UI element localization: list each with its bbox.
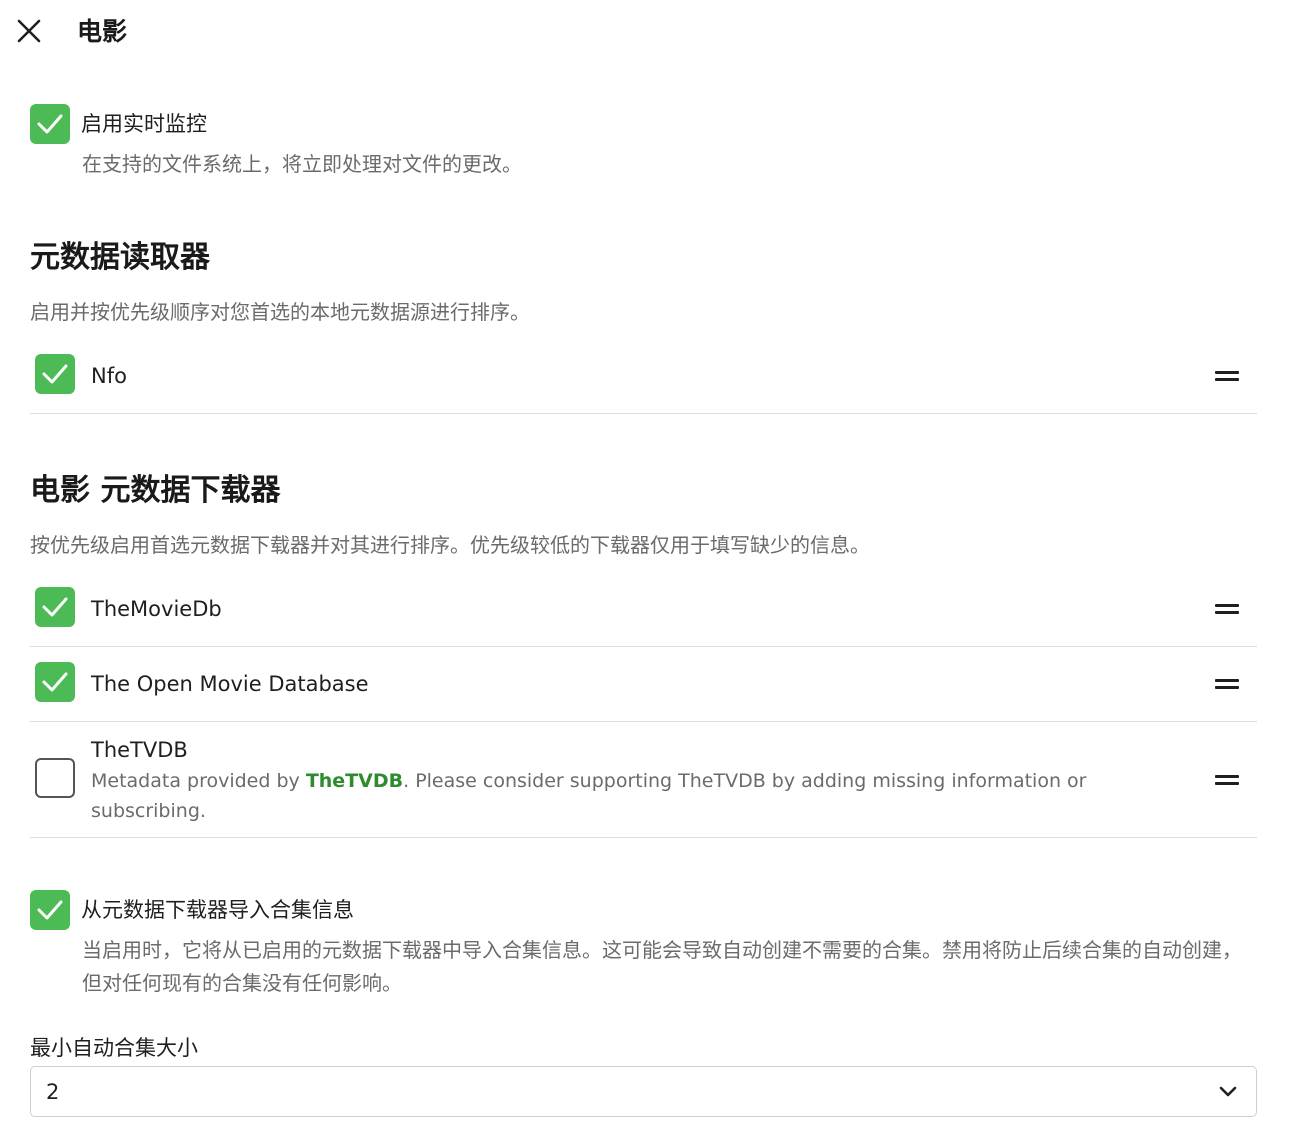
metadata-downloader-row-thetvdb: TheTVDB Metadata provided by TheTVDB. Pl… [30,722,1257,838]
themoviedb-label: TheMovieDb [91,597,222,621]
metadata-readers-title: 元数据读取器 [30,240,210,275]
metadata-downloaders-title: 电影 元数据下载器 [30,473,281,508]
min-collection-size-select[interactable]: 2 [30,1066,1257,1117]
checkmark-icon [42,672,68,692]
nfo-label: Nfo [91,364,127,388]
nfo-checkbox[interactable] [35,354,75,394]
header: 电影 [0,0,1299,64]
min-collection-size-value: 2 [46,1080,60,1104]
metadata-downloaders-description: 按优先级启用首选元数据下载器并对其进行排序。优先级较低的下载器仅用于填写缺少的信… [30,533,870,557]
min-collection-size-label: 最小自动合集大小 [30,1036,198,1060]
thetvdb-description: Metadata provided by TheTVDB. Please con… [91,766,1091,826]
drag-handle-icon[interactable] [1215,773,1241,789]
metadata-downloader-row-themoviedb: TheMovieDb [30,572,1257,647]
realtime-monitor-description: 在支持的文件系统上，将立即处理对文件的更改。 [82,152,522,176]
metadata-reader-row-nfo: Nfo [30,339,1257,414]
themoviedb-checkbox[interactable] [35,587,75,627]
checkmark-icon [42,364,68,384]
import-collections-label: 从元数据下载器导入合集信息 [81,898,354,922]
metadata-readers-description: 启用并按优先级顺序对您首选的本地元数据源进行排序。 [30,300,530,324]
realtime-monitor-checkbox[interactable] [30,104,70,144]
checkmark-icon [37,114,63,134]
import-collections-description: 当启用时，它将从已启用的元数据下载器中导入合集信息。这可能会导致自动创建不需要的… [82,938,1242,995]
checkmark-icon [37,900,63,920]
thetvdb-checkbox[interactable] [35,758,75,798]
chevron-down-icon [1219,1086,1237,1097]
drag-handle-icon[interactable] [1215,602,1241,618]
thetvdb-desc-prefix: Metadata provided by [91,770,306,792]
drag-handle-icon[interactable] [1215,677,1241,693]
thetvdb-label: TheTVDB [91,738,188,762]
drag-handle-icon[interactable] [1215,369,1241,385]
omdb-checkbox[interactable] [35,662,75,702]
page-title: 电影 [77,17,128,46]
close-icon [17,19,41,43]
import-collections-checkbox[interactable] [30,890,70,930]
metadata-downloader-row-omdb: The Open Movie Database [30,647,1257,722]
thetvdb-link[interactable]: TheTVDB [306,770,403,792]
realtime-monitor-label: 启用实时监控 [81,112,207,136]
movie-library-settings-page: 电影 启用实时监控 在支持的文件系统上，将立即处理对文件的更改。 元数据读取器 … [0,0,1299,1122]
omdb-label: The Open Movie Database [91,672,369,696]
checkmark-icon [42,597,68,617]
close-button[interactable] [14,16,44,46]
